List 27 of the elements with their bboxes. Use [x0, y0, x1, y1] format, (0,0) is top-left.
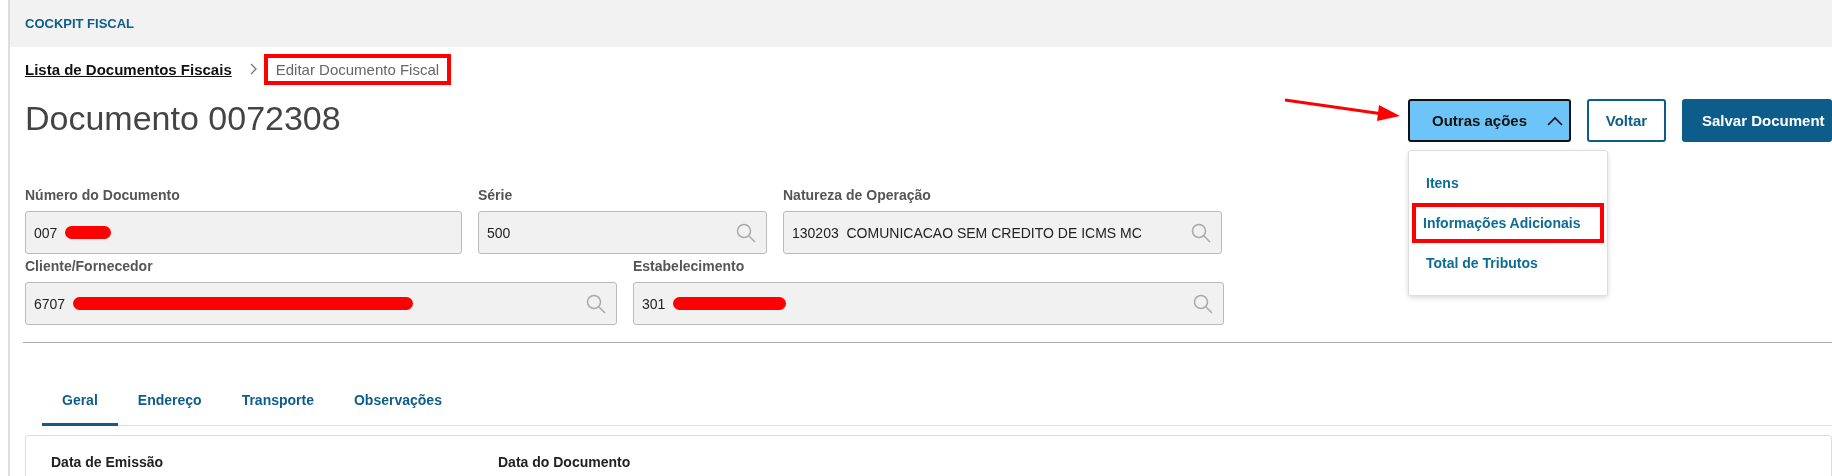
menu-item[interactable]: Informações Adicionais [1412, 203, 1604, 243]
actions-dropdown-button[interactable]: Outras ações [1408, 99, 1571, 142]
field-label: Estabelecimento [633, 258, 746, 276]
caret-icon [1547, 115, 1564, 126]
back-button[interactable]: Voltar [1587, 99, 1666, 142]
field-label: Número do Documento [25, 187, 181, 205]
save-button[interactable]: Salvar Document [1682, 99, 1832, 142]
field-label: Cliente/Fornecedor [25, 258, 154, 276]
input-field[interactable]: 301 [633, 282, 1224, 325]
chevron-right-icon [249, 63, 258, 75]
menu-item[interactable]: Itens [1412, 165, 1604, 201]
tab[interactable]: Transporte [221, 383, 334, 426]
input-field[interactable]: 007 [25, 211, 462, 254]
page-title: Documento 0072308 [25, 99, 342, 138]
field-label: Data do Documento [498, 454, 632, 472]
field-label: Natureza de Operação [783, 187, 932, 205]
menu-item[interactable]: Total de Tributos [1412, 245, 1604, 281]
tab[interactable]: Observações [334, 383, 462, 426]
input-field[interactable]: 500 [478, 211, 767, 254]
app-title: COCKPIT FISCAL [25, 16, 135, 31]
input-field[interactable]: 6707 [25, 282, 617, 325]
tab[interactable]: Endereço [117, 383, 222, 426]
input-field[interactable]: 130203 COMUNICACAO SEM CREDITO DE ICMS MC [783, 211, 1222, 254]
breadcrumb-link[interactable]: Lista de Documentos Fiscais [25, 57, 240, 81]
tab[interactable]: Geral [42, 383, 118, 426]
field-label: Data de Emissão [51, 454, 165, 472]
field-label: Série [478, 187, 514, 205]
